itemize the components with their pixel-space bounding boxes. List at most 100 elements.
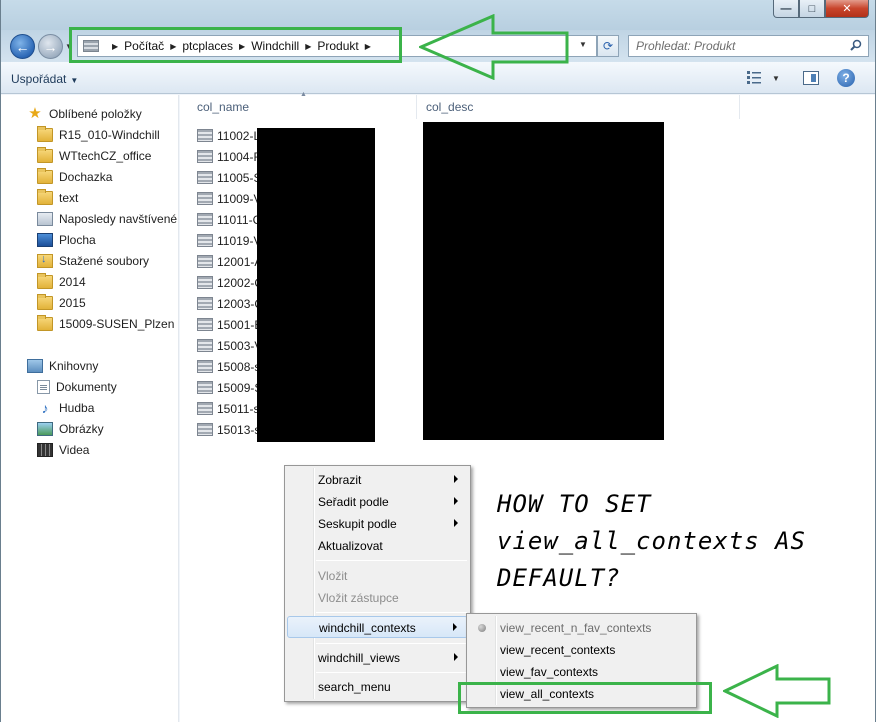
annotation-arrow-icon <box>723 664 831 718</box>
sidebar-item-label: Videa <box>59 443 90 457</box>
folder-icon <box>37 294 53 310</box>
sidebar-item-wttechcz-office[interactable]: WTtechCZ_office <box>37 147 151 165</box>
sidebar-item-libraries[interactable]: Knihovny <box>27 357 98 375</box>
file-row[interactable]: 15013-s <box>197 420 260 439</box>
sidebar-item-r15-010-windchill[interactable]: R15_010-Windchill <box>37 126 160 144</box>
file-row[interactable]: 15001-E <box>197 315 262 334</box>
menu-separator <box>316 612 467 613</box>
file-icon <box>197 129 213 142</box>
file-row[interactable]: 12001-A <box>197 252 262 271</box>
redaction-block <box>423 122 664 440</box>
file-row[interactable]: 11019-V <box>197 231 261 250</box>
menu-item-refresh[interactable]: Aktualizovat <box>287 535 468 557</box>
sidebar-item-label: Knihovny <box>49 359 99 373</box>
folder-icon <box>37 147 53 163</box>
sidebar-item-music[interactable]: ♪ Hudba <box>37 399 95 417</box>
file-row[interactable]: 12003-C <box>197 294 263 313</box>
menu-item-paste-shortcut: Vložit zástupce <box>287 587 468 609</box>
organize-button[interactable]: Uspořádat ▼ <box>11 72 78 86</box>
menu-item-paste: Vložit <box>287 565 468 587</box>
help-button[interactable]: ? <box>837 69 855 87</box>
sidebar-item-dochazka[interactable]: Dochazka <box>37 168 112 186</box>
sidebar-item-videos[interactable]: Videa <box>37 441 89 459</box>
context-menu: Zobrazit Seřadit podle Seskupit podle Ak… <box>284 465 471 702</box>
column-header-label: col_name <box>197 100 250 114</box>
close-button[interactable]: ✕ <box>825 0 869 18</box>
file-name: 11009-V <box>217 191 262 206</box>
libraries-icon <box>27 359 43 373</box>
submenu-arrow-icon <box>454 519 458 527</box>
search-icon[interactable] <box>850 39 862 51</box>
sidebar-item-favorites[interactable]: ★ Oblíbené položky <box>27 105 141 123</box>
menu-item-view-recent-n-fav-contexts[interactable]: view_recent_n_fav_contexts <box>469 617 694 639</box>
sidebar-item-label: text <box>59 191 79 205</box>
back-button[interactable]: ← <box>10 34 35 59</box>
view-options-dropdown[interactable]: ▼ <box>772 74 780 83</box>
file-icon <box>197 360 213 373</box>
column-header-desc[interactable]: col_desc <box>426 95 473 119</box>
address-history-dropdown[interactable]: ▼ <box>579 40 587 49</box>
sidebar-item-label: Plocha <box>59 233 96 247</box>
sidebar-item-label: Obrázky <box>59 422 104 436</box>
menu-separator <box>316 643 467 644</box>
music-icon: ♪ <box>41 400 49 416</box>
file-row[interactable]: 11002-L <box>197 126 260 145</box>
annotation-line: DEFAULT? <box>497 564 621 592</box>
menu-item-label: Aktualizovat <box>318 539 383 553</box>
file-name: 11005-S <box>217 170 262 185</box>
search-input[interactable]: Prohledat: Produkt <box>628 35 869 57</box>
sidebar-item-downloads[interactable]: Stažené soubory <box>37 252 149 270</box>
menu-item-windchill-contexts[interactable]: windchill_contexts <box>287 616 468 638</box>
file-row[interactable]: 11011-C <box>197 210 261 229</box>
sidebar-item-documents[interactable]: Dokumenty <box>37 378 117 396</box>
preview-pane-icon[interactable] <box>803 71 819 85</box>
folder-icon <box>37 273 53 289</box>
menu-item-sort-by[interactable]: Seřadit podle <box>287 491 468 513</box>
menu-item-group-by[interactable]: Seskupit podle <box>287 513 468 535</box>
file-row[interactable]: 12002-C <box>197 273 263 292</box>
sidebar-item-label: 15009-SUSEN_Plzen <box>59 317 175 331</box>
sidebar-item-recent-places[interactable]: Naposledy navštívené <box>37 210 177 228</box>
menu-item-label: Seřadit podle <box>318 495 389 509</box>
column-header-name[interactable]: col_name <box>197 95 249 119</box>
file-row[interactable]: 11005-S <box>197 168 261 187</box>
maximize-button[interactable]: □ <box>799 0 825 18</box>
file-icon <box>197 192 213 205</box>
file-row[interactable]: 15008-s <box>197 357 260 376</box>
file-row[interactable]: 15003-V <box>197 336 262 355</box>
menu-item-label: windchill_contexts <box>319 621 416 635</box>
submenu-arrow-icon <box>453 623 457 631</box>
file-name: 15003-V <box>217 338 263 353</box>
sidebar-item-desktop[interactable]: Plocha <box>37 231 96 249</box>
sidebar-item-15009-susen-plzen[interactable]: 15009-SUSEN_Plzen <box>37 315 174 333</box>
file-row[interactable]: 11009-V <box>197 189 261 208</box>
menu-item-view-recent-contexts[interactable]: view_recent_contexts <box>469 639 694 661</box>
file-row[interactable]: 15009-S <box>197 378 262 397</box>
sidebar-item-2015[interactable]: 2015 <box>37 294 86 312</box>
file-row[interactable]: 11004-R <box>197 147 262 166</box>
change-view-icon[interactable] <box>747 71 761 84</box>
sidebar-item-pictures[interactable]: Obrázky <box>37 420 104 438</box>
menu-item-search-menu[interactable]: search_menu <box>287 676 468 698</box>
folder-icon <box>37 315 53 331</box>
forward-button[interactable]: → <box>38 34 63 59</box>
star-icon: ★ <box>28 105 42 122</box>
pictures-icon <box>37 422 53 436</box>
menu-item-windchill-views[interactable]: windchill_views <box>287 647 468 669</box>
column-divider[interactable] <box>739 95 740 119</box>
forward-arrow-icon: → <box>43 38 58 55</box>
menu-item-view[interactable]: Zobrazit <box>287 469 468 491</box>
sidebar-item-2014[interactable]: 2014 <box>37 273 86 291</box>
column-divider[interactable] <box>416 95 417 119</box>
annotation-question: HOW TO SET view_all_contexts AS DEFAULT? <box>497 486 857 597</box>
menu-item-label: view_recent_contexts <box>500 643 616 657</box>
file-icon <box>197 318 213 331</box>
submenu-arrow-icon <box>454 497 458 505</box>
menu-item-view-fav-contexts[interactable]: view_fav_contexts <box>469 661 694 683</box>
menu-separator <box>316 560 467 561</box>
refresh-button[interactable]: ⟳ <box>597 35 619 57</box>
file-row[interactable]: 15011-s <box>197 399 259 418</box>
sidebar-item-text[interactable]: text <box>37 189 78 207</box>
search-placeholder: Prohledat: Produkt <box>636 39 736 53</box>
minimize-button[interactable]: — <box>773 0 799 18</box>
